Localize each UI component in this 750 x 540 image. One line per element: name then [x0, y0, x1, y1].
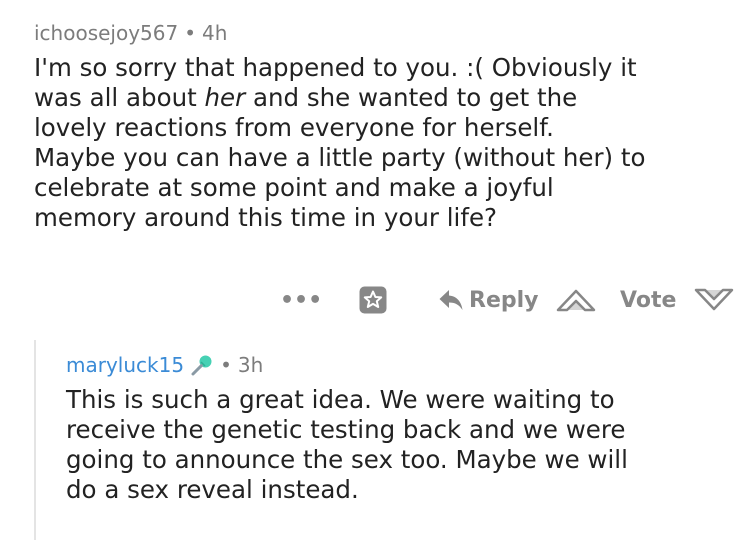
reply-button[interactable]: Reply — [439, 282, 539, 318]
star-in-box-icon — [359, 286, 387, 314]
downvote-arrow-icon — [694, 288, 734, 311]
parent-comment: ichoosejoy567 • 4h I'm so sorry that happe… — [34, 18, 734, 233]
more-options-button[interactable]: ••• — [280, 282, 322, 318]
reply-arrow-icon — [439, 290, 463, 310]
comment-meta: ichoosejoy567 • 4h — [34, 18, 734, 48]
comment-age: 4h — [202, 21, 228, 45]
upvote-arrow-icon — [556, 289, 596, 312]
comment-line: lovely reactions from everyone for herse… — [34, 113, 554, 142]
comment-username[interactable]: ichoosejoy567 — [34, 21, 178, 45]
meta-separator: • — [220, 353, 232, 377]
vote-label: Vote — [620, 287, 677, 313]
downvote-button[interactable] — [694, 282, 734, 318]
meta-separator: • — [184, 21, 197, 45]
comment-line: was all about her and she wanted to get … — [34, 83, 578, 112]
emphasis: her — [204, 83, 246, 112]
reply-line: This is such a great idea. We were waiti… — [66, 385, 615, 414]
comment-body: I'm so sorry that happened to you. :( Ob… — [34, 53, 724, 233]
reply-line: going to announce the sex too. Maybe we … — [66, 445, 628, 474]
reply-thread: maryluck15 • 3h This is such a great ide… — [34, 340, 750, 540]
reply-comment: maryluck15 • 3h This is such a great ide… — [66, 350, 726, 505]
comment-line: memory around this time in your life? — [34, 203, 498, 232]
reply-line: do a sex reveal instead. — [66, 475, 359, 504]
reply-body: This is such a great idea. We were waiti… — [66, 385, 716, 505]
upvote-button[interactable] — [556, 282, 596, 318]
microphone-icon — [190, 353, 214, 377]
reply-line: receive the genetic testing back and we … — [66, 415, 626, 444]
comment-line: Maybe you can have a little party (witho… — [34, 143, 646, 172]
reply-age: 3h — [237, 353, 264, 377]
reply-label: Reply — [469, 287, 539, 313]
save-button[interactable] — [358, 282, 388, 318]
comment-line: celebrate at some point and make a joyfu… — [34, 173, 554, 202]
reply-meta: maryluck15 • 3h — [66, 350, 726, 380]
comment-actions: ••• Reply Vote — [0, 282, 750, 318]
reply-username[interactable]: maryluck15 — [66, 350, 184, 380]
comment-line: I'm so sorry that happened to you. :( Ob… — [34, 53, 637, 82]
